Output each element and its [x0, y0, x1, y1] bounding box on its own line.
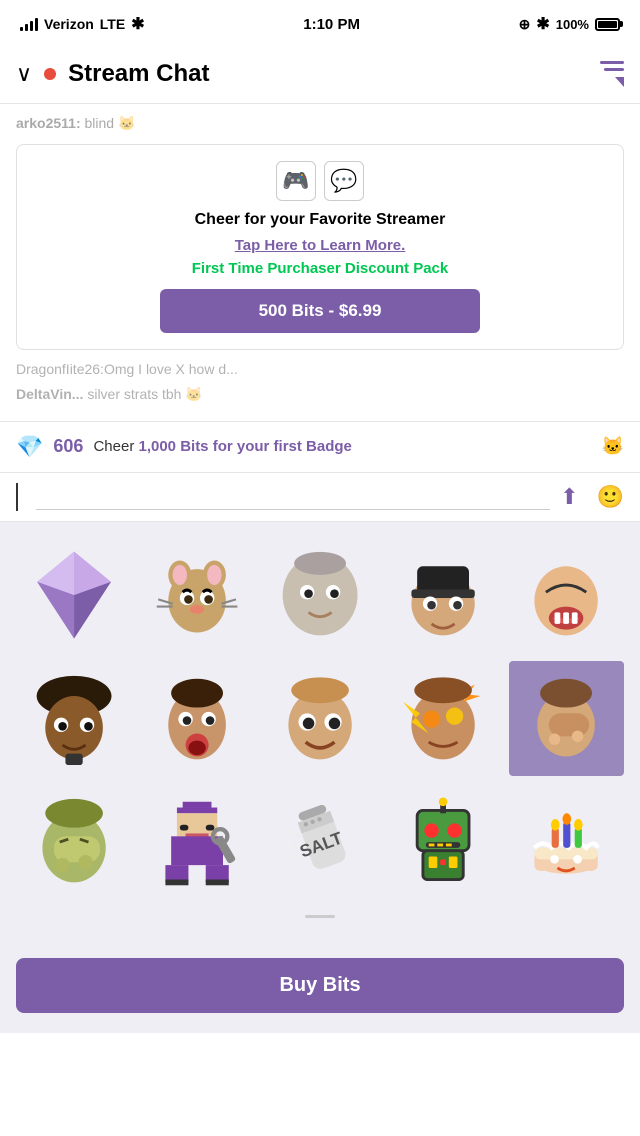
bits-banner: 💎 606 Cheer 1,000 Bits for your first Ba…: [0, 421, 640, 473]
status-right: ⊕ ✱ 100%: [519, 14, 620, 34]
promo-icon-2: 💬: [324, 161, 364, 201]
page-title: Stream Chat: [68, 60, 600, 88]
emote-face5[interactable]: [139, 661, 254, 776]
emote-salt[interactable]: SALT: [262, 784, 377, 899]
promo-title: Cheer for your Favorite Streamer: [33, 211, 607, 229]
chat-input[interactable]: [36, 483, 550, 510]
emote-face2[interactable]: [386, 538, 501, 653]
chat-input-area: ⬆ 🙂: [0, 473, 640, 522]
chat-message-2: DragonfIite26:Omg I love X how d...: [16, 360, 624, 380]
chat-area: arko2511: blind 🐱 🎮 💬 Cheer for your Fav…: [0, 104, 640, 421]
emote-robot[interactable]: [386, 784, 501, 899]
menu-button[interactable]: [600, 61, 624, 87]
bits-text: Cheer 1,000 Bits for your first Badge: [93, 438, 591, 455]
emote-grid: SALT: [16, 538, 624, 900]
emote-anime-girl[interactable]: [139, 784, 254, 899]
cat-icon: 🐱: [602, 436, 624, 457]
emote-face4[interactable]: [16, 661, 131, 776]
promo-buy-button[interactable]: 500 Bits - $6.99: [160, 289, 480, 333]
bluetooth-icon: ✱: [536, 14, 549, 34]
bits-count: 606: [53, 436, 83, 457]
emoji-icon[interactable]: 🙂: [597, 484, 624, 510]
cursor-icon: [16, 483, 18, 511]
chat-message-3: DeltaVin... silver strats tbh 🐱: [16, 385, 624, 405]
emote-face6[interactable]: [262, 661, 377, 776]
status-bar: Verizon LTE ✱ 1:10 PM ⊕ ✱ 100%: [0, 0, 640, 44]
promo-discount: First Time Purchaser Discount Pack: [33, 260, 607, 277]
emote-face9[interactable]: [16, 784, 131, 899]
promo-card: 🎮 💬 Cheer for your Favorite Streamer Tap…: [16, 144, 624, 350]
emote-face7[interactable]: [386, 661, 501, 776]
status-carrier: Verizon LTE ✱: [20, 14, 145, 34]
emote-face3[interactable]: [509, 538, 624, 653]
send-icon[interactable]: ⬆: [560, 484, 578, 510]
chat-message: arko2511: blind 🐱: [16, 114, 624, 134]
chevron-down-icon[interactable]: ∨: [16, 61, 32, 87]
emote-section: SALT: [0, 522, 640, 947]
emote-cake[interactable]: [509, 784, 624, 899]
status-time: 1:10 PM: [303, 16, 360, 33]
bits-highlight: 1,000 Bits: [138, 438, 208, 455]
buy-bits-button[interactable]: Buy Bits: [16, 958, 624, 1013]
buy-bits-container: Buy Bits: [0, 946, 640, 1033]
emote-pepe-cat[interactable]: [139, 538, 254, 653]
divider: [305, 915, 335, 918]
battery-icon: [595, 18, 620, 31]
promo-icons: 🎮 💬: [33, 161, 607, 201]
live-indicator: [44, 68, 56, 80]
emote-bits-diamond[interactable]: [16, 538, 131, 653]
lock-icon: ⊕: [519, 16, 531, 33]
bits-diamond-icon: 💎: [16, 434, 43, 460]
promo-link[interactable]: Tap Here to Learn More.: [33, 237, 607, 254]
header: ∨ Stream Chat: [0, 44, 640, 104]
promo-icon-1: 🎮: [276, 161, 316, 201]
emote-face1[interactable]: [262, 538, 377, 653]
signal-icon: [20, 17, 38, 31]
emote-face8[interactable]: [509, 661, 624, 776]
